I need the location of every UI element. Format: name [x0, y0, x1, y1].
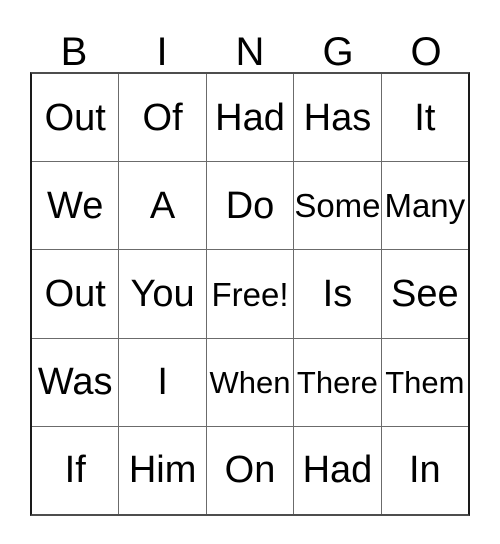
- bingo-cell-label: Him: [128, 449, 197, 492]
- bingo-cell-label: We: [47, 184, 104, 227]
- bingo-cell[interactable]: Him: [118, 426, 206, 515]
- bingo-row: Out Of Had Has It: [32, 74, 469, 162]
- bingo-cell-free[interactable]: Free!: [205, 250, 294, 338]
- bingo-cell[interactable]: I: [118, 338, 206, 426]
- bingo-cell[interactable]: Of: [118, 74, 206, 162]
- bingo-cell-label: When: [209, 364, 291, 400]
- bingo-cell[interactable]: On: [205, 426, 294, 515]
- bingo-row: We A Do Some Many: [32, 161, 469, 250]
- bingo-cell-label: You: [130, 273, 195, 315]
- bingo-header: B I N G O: [30, 22, 470, 72]
- header-letter-g: G: [322, 30, 354, 74]
- bingo-cell-label: Is: [322, 273, 353, 315]
- bingo-cell[interactable]: A: [118, 162, 206, 250]
- bingo-card: B I N G O Out Of Had Has It We A Do Some Many Out Y…: [0, 0, 500, 544]
- bingo-row: Out You Free! Is See: [32, 249, 469, 338]
- header-letter-b: B: [60, 30, 88, 74]
- bingo-cell-label: Do: [225, 184, 275, 227]
- bingo-cell-label: It: [414, 96, 436, 139]
- bingo-cell-label: Free!: [211, 275, 289, 313]
- bingo-cell-label: In: [408, 449, 441, 492]
- bingo-cell[interactable]: We: [32, 162, 119, 250]
- bingo-cell[interactable]: If: [32, 426, 119, 515]
- bingo-cell-label: Out: [44, 96, 106, 139]
- bingo-cell-label: Has: [303, 96, 372, 139]
- bingo-cell[interactable]: In: [380, 426, 469, 515]
- bingo-cell[interactable]: Out: [32, 250, 119, 338]
- bingo-cell-label: Some: [294, 187, 381, 225]
- bingo-cell[interactable]: It: [380, 74, 469, 162]
- bingo-cell[interactable]: Do: [205, 162, 294, 250]
- header-letter-i: I: [156, 30, 168, 74]
- bingo-cell[interactable]: Many: [380, 162, 469, 250]
- bingo-grid: Out Of Had Has It We A Do Some Many Out You Free! Is S…: [30, 72, 470, 516]
- bingo-cell-label: I: [157, 361, 168, 404]
- bingo-cell[interactable]: You: [118, 250, 206, 338]
- bingo-cell-label: On: [224, 449, 276, 492]
- bingo-cell[interactable]: There: [293, 338, 381, 426]
- bingo-cell[interactable]: Out: [32, 74, 119, 162]
- bingo-cell-label: Of: [142, 96, 183, 139]
- bingo-cell[interactable]: Was: [32, 338, 119, 426]
- bingo-cell-label: There: [296, 364, 378, 400]
- bingo-cell[interactable]: Had: [205, 74, 294, 162]
- header-letter-n: N: [235, 30, 265, 74]
- bingo-cell-label: Had: [215, 96, 285, 139]
- bingo-cell-label: Many: [384, 187, 466, 225]
- bingo-cell-label: Them: [385, 364, 465, 400]
- bingo-cell[interactable]: Them: [380, 338, 469, 426]
- bingo-cell-label: A: [149, 184, 176, 227]
- bingo-cell[interactable]: Has: [293, 74, 381, 162]
- bingo-cell-label: Was: [37, 361, 113, 404]
- header-letter-o: O: [410, 30, 442, 74]
- bingo-row: Was I When There Them: [32, 337, 469, 426]
- bingo-cell[interactable]: Some: [293, 162, 381, 250]
- bingo-cell-label: See: [391, 273, 459, 315]
- bingo-cell[interactable]: When: [205, 338, 294, 426]
- bingo-cell-label: Had: [302, 449, 373, 492]
- bingo-cell[interactable]: Had: [293, 426, 381, 515]
- bingo-cell[interactable]: See: [380, 250, 469, 338]
- bingo-row: If Him On Had In: [32, 425, 469, 515]
- bingo-cell-label: Out: [44, 273, 106, 315]
- bingo-cell-label: If: [64, 449, 86, 492]
- bingo-cell[interactable]: Is: [293, 250, 381, 338]
